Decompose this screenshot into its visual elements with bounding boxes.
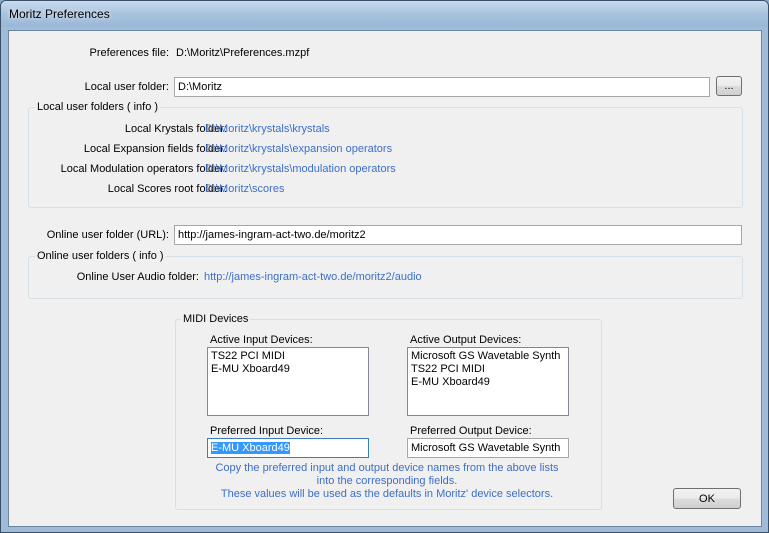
list-item[interactable]: E-MU Xboard49	[211, 363, 365, 376]
preferred-input-value: E-MU Xboard49	[211, 442, 290, 454]
preferred-input-field[interactable]: E-MU Xboard49	[207, 438, 369, 458]
local-krystals-label: Local Krystals folder:	[124, 123, 227, 135]
preferred-output-field[interactable]: Microsoft GS Wavetable Synth	[407, 438, 569, 458]
dialog-client-area: Preferences file: D:\Moritz\Preferences.…	[8, 30, 762, 527]
local-expansion-link[interactable]: D:\Moritz\krystals\expansion operators	[205, 143, 392, 155]
local-expansion-label: Local Expansion fields folder:	[83, 143, 227, 155]
ok-button[interactable]: OK	[673, 488, 741, 509]
local-scores-link[interactable]: D:\Moritz\scores	[205, 183, 284, 195]
preferences-window: Moritz Preferences Preferences file: D:\…	[0, 0, 769, 533]
midi-note: Copy the preferred input and output devi…	[179, 462, 595, 501]
preferred-input-label: Preferred Input Device:	[210, 425, 324, 437]
midi-note-line-1: Copy the preferred input and output devi…	[215, 462, 559, 474]
local-modulation-link[interactable]: D:\Moritz\krystals\modulation operators	[205, 163, 396, 175]
title-bar[interactable]: Moritz Preferences	[1, 1, 768, 27]
preferences-file-value: D:\Moritz\Preferences.mzpf	[176, 47, 310, 59]
browse-folder-button[interactable]: ...	[716, 76, 742, 96]
active-input-label: Active Input Devices:	[210, 334, 313, 346]
list-item[interactable]: TS22 PCI MIDI	[211, 350, 365, 363]
midi-note-line-2: into the corresponding fields.	[316, 475, 458, 487]
list-item[interactable]: Microsoft GS Wavetable Synth	[411, 350, 565, 363]
midi-note-line-3: These values will be used as the default…	[220, 488, 554, 500]
online-audio-link[interactable]: http://james-ingram-act-two.de/moritz2/a…	[204, 271, 422, 283]
local-user-folder-input[interactable]: D:\Moritz	[174, 77, 710, 97]
midi-devices-title: MIDI Devices	[181, 313, 251, 325]
preferences-file-label: Preferences file:	[89, 47, 169, 59]
online-audio-label: Online User Audio folder:	[76, 271, 199, 283]
local-modulation-label: Local Modulation operators folder:	[60, 163, 227, 175]
local-user-folders-title[interactable]: Local user folders ( info )	[35, 101, 161, 113]
active-output-label: Active Output Devices:	[410, 334, 522, 346]
active-input-list[interactable]: TS22 PCI MIDI E-MU Xboard49	[207, 347, 369, 416]
online-user-folders-title[interactable]: Online user folders ( info )	[35, 250, 166, 262]
window-title: Moritz Preferences	[9, 7, 110, 21]
list-item[interactable]: TS22 PCI MIDI	[411, 363, 565, 376]
local-krystals-link[interactable]: D:\Moritz\krystals\krystals	[205, 123, 330, 135]
local-scores-label: Local Scores root folder:	[107, 183, 227, 195]
online-user-folder-input[interactable]: http://james-ingram-act-two.de/moritz2	[174, 225, 742, 245]
active-output-list[interactable]: Microsoft GS Wavetable Synth TS22 PCI MI…	[407, 347, 569, 416]
online-user-folder-label: Online user folder (URL):	[46, 229, 169, 241]
local-user-folder-label: Local user folder:	[84, 81, 169, 93]
list-item[interactable]: E-MU Xboard49	[411, 376, 565, 389]
preferred-output-label: Preferred Output Device:	[410, 425, 532, 437]
